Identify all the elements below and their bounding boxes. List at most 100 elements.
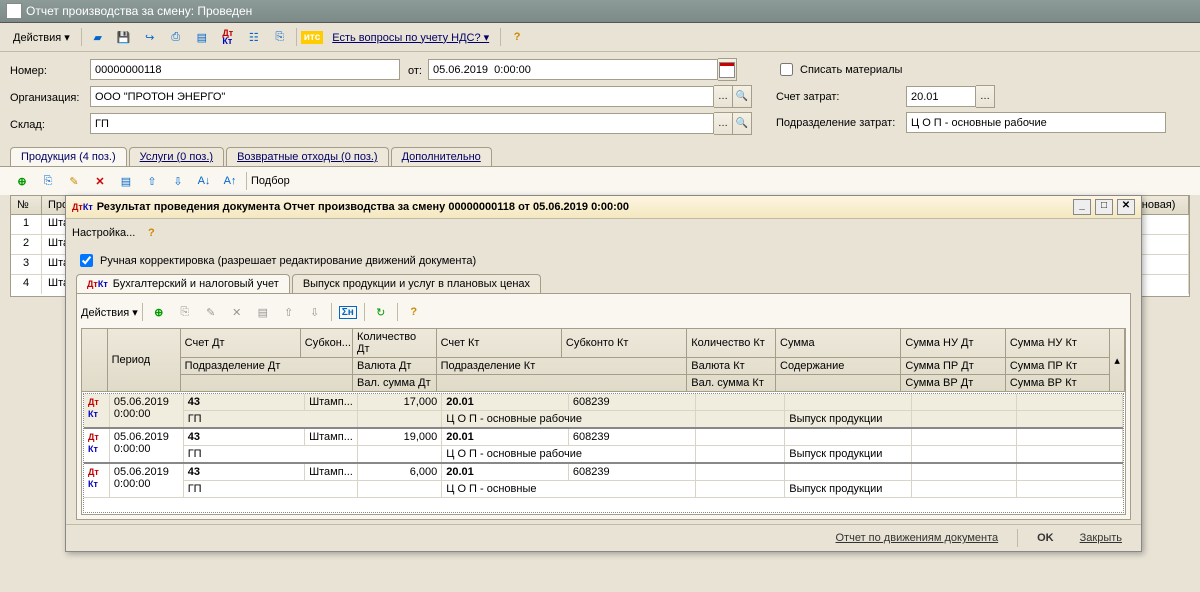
move-up-button[interactable]: ⇧ (140, 169, 164, 193)
sklad-field[interactable] (90, 113, 714, 134)
save-button[interactable]: 💾 (112, 25, 136, 49)
posting-row[interactable]: ГП Ц О П - основные рабочие Выпуск проду… (84, 446, 1123, 464)
modal-up-button[interactable]: ⇧ (277, 300, 301, 324)
sklad-label: Склад: (10, 116, 90, 131)
modal-add-button[interactable]: ⊕ (147, 300, 171, 324)
sklad-open-button[interactable]: 🔍 (733, 112, 752, 135)
date-picker-button[interactable] (718, 58, 737, 81)
modal-edit-button[interactable]: ✎ (199, 300, 223, 324)
tab-returns[interactable]: Возвратные отходы (0 поз.) (226, 147, 389, 166)
main-tabs: Продукция (4 поз.) Услуги (0 поз.) Возвр… (0, 145, 1200, 166)
posting-row[interactable]: ДтКт 05.06.20190:00:00 43 Штамп... 19,00… (84, 428, 1123, 446)
cost-account-label: Счет затрат: (776, 91, 906, 103)
col-period[interactable]: Период (107, 329, 180, 392)
col-vsum-dt[interactable]: Вал. сумма Дт (353, 375, 437, 392)
posting-row[interactable]: ГП Ц О П - основные рабочие Выпуск проду… (84, 411, 1123, 429)
org-open-button[interactable]: 🔍 (733, 85, 752, 108)
tab-accounting[interactable]: ДтКт Бухгалтерский и налоговый учет (76, 274, 290, 293)
delete-row-button[interactable]: ✕ (88, 169, 112, 193)
date-field[interactable] (428, 59, 718, 80)
help-button[interactable]: ? (505, 25, 529, 49)
result-title-text: Результат проведения документа Отчет про… (97, 201, 629, 213)
col-nu-kt[interactable]: Сумма НУ Кт (1005, 329, 1109, 358)
modal-refresh-button[interactable]: ↻ (369, 300, 393, 324)
main-toolbar: Действия ▾ ▰ 💾 ↪ ⎙ ▤ ДтКт ☷ ⎘ итс Есть в… (0, 23, 1200, 52)
col-vsum-kt[interactable]: Вал. сумма Кт (687, 375, 776, 392)
col-sub-dt[interactable]: Субкон... (300, 329, 352, 358)
posting-row[interactable]: ГП Ц О П - основные Выпуск продукции (84, 481, 1123, 498)
col-pr-kt[interactable]: Сумма ПР Кт (1005, 358, 1109, 375)
dtkt-icon: ДтКт (88, 432, 99, 454)
nds-link[interactable]: Есть вопросы по учету НДС? ▾ (325, 28, 496, 47)
move-down-button[interactable]: ⇩ (166, 169, 190, 193)
col-vr-dt[interactable]: Сумма ВР Дт (901, 375, 1005, 392)
calendar-icon (719, 62, 735, 78)
col-num[interactable]: № (11, 196, 42, 215)
modal-clear-button[interactable]: ▤ (251, 300, 275, 324)
modal-delete-button[interactable]: ✕ (225, 300, 249, 324)
dtkt-icon: ДтКт (87, 280, 108, 288)
tab-products[interactable]: Продукция (4 поз.) (10, 147, 127, 166)
col-qty-kt[interactable]: Количество Кт (687, 329, 776, 358)
col-val-dt[interactable]: Валюта Дт (353, 358, 437, 375)
modal-copy-button[interactable]: ⎘ (173, 300, 197, 324)
org-select-button[interactable]: … (714, 85, 733, 108)
goto-button[interactable]: ↪ (138, 25, 162, 49)
tab-extra[interactable]: Дополнительно (391, 147, 492, 166)
modal-down-button[interactable]: ⇩ (303, 300, 327, 324)
col-sub-kt[interactable]: Субконто Кт (561, 329, 686, 358)
maximize-button[interactable]: □ (1095, 199, 1113, 215)
add-row-button[interactable]: ⊕ (10, 169, 34, 193)
col-nu-dt[interactable]: Сумма НУ Дт (901, 329, 1005, 358)
clear-button[interactable]: ▤ (114, 169, 138, 193)
col-sum[interactable]: Сумма (776, 329, 901, 358)
close-link[interactable]: Закрыть (1071, 529, 1131, 547)
number-label: Номер: (10, 62, 90, 77)
col-desc[interactable]: Содержание (776, 358, 901, 375)
report-link[interactable]: Отчет по движениям документа (827, 529, 1008, 547)
doc-icon (6, 3, 22, 19)
col-qty-dt[interactable]: Количество Дт (353, 329, 437, 358)
copy-row-button[interactable]: ⎘ (36, 169, 60, 193)
modal-actions-menu[interactable]: Действия ▾ (81, 306, 138, 319)
col-dept-dt[interactable]: Подразделение Дт (180, 358, 352, 375)
posting-row[interactable]: ДтКт 05.06.20190:00:00 43 Штамп... 17,00… (84, 394, 1123, 411)
ok-button[interactable]: OK (1028, 529, 1063, 547)
col-val-kt[interactable]: Валюта Кт (687, 358, 776, 375)
writeoff-checkbox[interactable] (780, 63, 793, 76)
scroll-up[interactable]: ▴ (1110, 329, 1125, 392)
help-button-modal[interactable]: ? (139, 221, 163, 245)
sort-desc-button[interactable]: A↑ (218, 169, 242, 193)
edit-row-button[interactable]: ✎ (62, 169, 86, 193)
dtkt-button[interactable]: ДтКт (216, 25, 240, 49)
col-icon[interactable] (82, 329, 107, 392)
posting-row[interactable]: ДтКт 05.06.20190:00:00 43 Штамп... 6,000… (84, 463, 1123, 481)
modal-help-button[interactable]: ? (402, 300, 426, 324)
tab-output[interactable]: Выпуск продукции и услуг в плановых цена… (292, 274, 541, 293)
new-doc-button[interactable]: ▰ (86, 25, 110, 49)
close-button[interactable]: ✕ (1117, 199, 1135, 215)
sklad-select-button[interactable]: … (714, 112, 733, 135)
select-button[interactable]: Подбор (251, 175, 290, 187)
print-button[interactable]: ⎙ (164, 25, 188, 49)
col-dt[interactable]: Счет Дт (180, 329, 300, 358)
number-field[interactable] (90, 59, 400, 80)
col-dept-kt[interactable]: Подразделение Кт (436, 358, 687, 375)
cost-account-field[interactable] (906, 86, 976, 107)
tab-services[interactable]: Услуги (0 поз.) (129, 147, 224, 166)
basis-button[interactable]: ▤ (190, 25, 214, 49)
minimize-button[interactable]: _ (1073, 199, 1091, 215)
manual-edit-checkbox[interactable] (80, 254, 93, 267)
org-field[interactable] (90, 86, 714, 107)
col-vr-kt[interactable]: Сумма ВР Кт (1005, 375, 1109, 392)
sort-asc-button[interactable]: A↓ (192, 169, 216, 193)
cost-account-select-button[interactable]: … (976, 85, 995, 108)
settings-menu[interactable]: Настройка... (72, 227, 135, 239)
link-button[interactable]: ⎘ (268, 25, 292, 49)
col-pr-dt[interactable]: Сумма ПР Дт (901, 358, 1005, 375)
modal-sum-button[interactable]: Σн (336, 300, 360, 324)
dept-field[interactable] (906, 112, 1166, 133)
struct-button[interactable]: ☷ (242, 25, 266, 49)
actions-menu[interactable]: Действия ▾ (6, 28, 77, 47)
col-kt[interactable]: Счет Кт (436, 329, 561, 358)
